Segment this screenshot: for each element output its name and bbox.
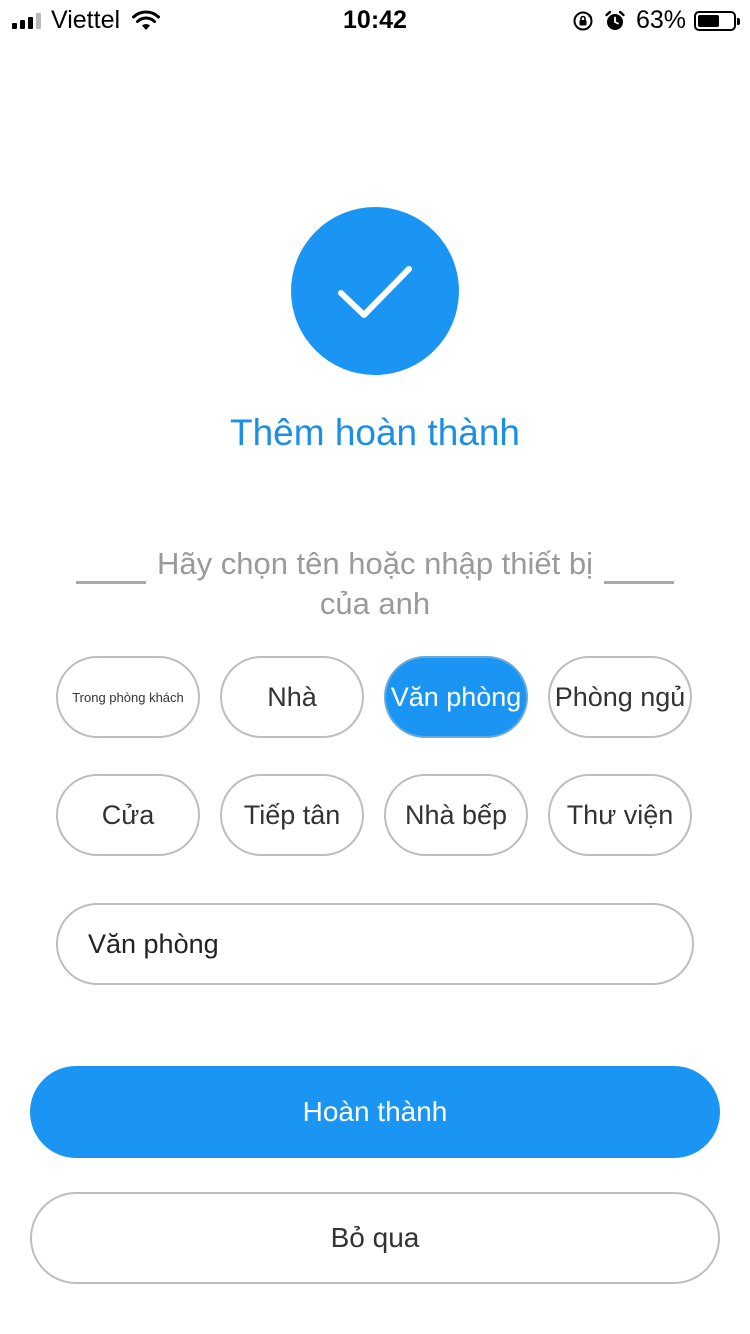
wifi-icon [132, 9, 161, 30]
success-check-badge [291, 207, 459, 375]
chip-van-phong[interactable]: Văn phòng [384, 656, 528, 738]
chip-nha[interactable]: Nhà [220, 656, 364, 738]
alarm-icon [605, 10, 625, 30]
page-title: Thêm hoàn thành [229, 412, 521, 453]
prompt-divider-right [604, 581, 674, 584]
skip-button[interactable]: Bỏ qua [30, 1192, 720, 1284]
chip-thu-vien[interactable]: Thư viện [548, 774, 692, 856]
chip-tiep-tan[interactable]: Tiếp tân [220, 774, 364, 856]
chip-nha-bep[interactable]: Nhà bếp [384, 774, 528, 856]
name-prompt: Hãy chọn tên hoặc nhập thiết bị của anh [76, 544, 674, 624]
status-right: 63% [572, 6, 740, 35]
chip-trong-phong-khach[interactable]: Trong phòng khách [56, 656, 200, 738]
cellular-signal-icon [12, 12, 41, 29]
chip-phong-ngu[interactable]: Phòng ngủ [548, 656, 692, 738]
orientation-lock-icon [573, 11, 593, 30]
prompt-text: Hãy chọn tên hoặc nhập thiết bị của anh [156, 546, 594, 621]
clock: 10:42 [343, 6, 407, 34]
device-name-input[interactable] [56, 903, 694, 985]
status-left: Viettel [12, 6, 161, 35]
battery-icon [694, 10, 740, 31]
done-button[interactable]: Hoàn thành [30, 1066, 720, 1158]
battery-level-fill [698, 14, 719, 27]
add-device-complete-screen: Viettel 10:42 63% Thêm hoàn thành Hãy ch… [0, 0, 750, 1334]
chip-cua[interactable]: Cửa [56, 774, 200, 856]
prompt-divider-left [76, 581, 146, 584]
status-bar: Viettel 10:42 63% [0, 0, 750, 40]
carrier-name: Viettel [51, 6, 121, 34]
check-icon [338, 266, 412, 318]
name-suggestion-chips: Trong phòng khách Nhà Văn phòng Phòng ng… [56, 656, 694, 856]
battery-percent: 63% [635, 6, 686, 34]
